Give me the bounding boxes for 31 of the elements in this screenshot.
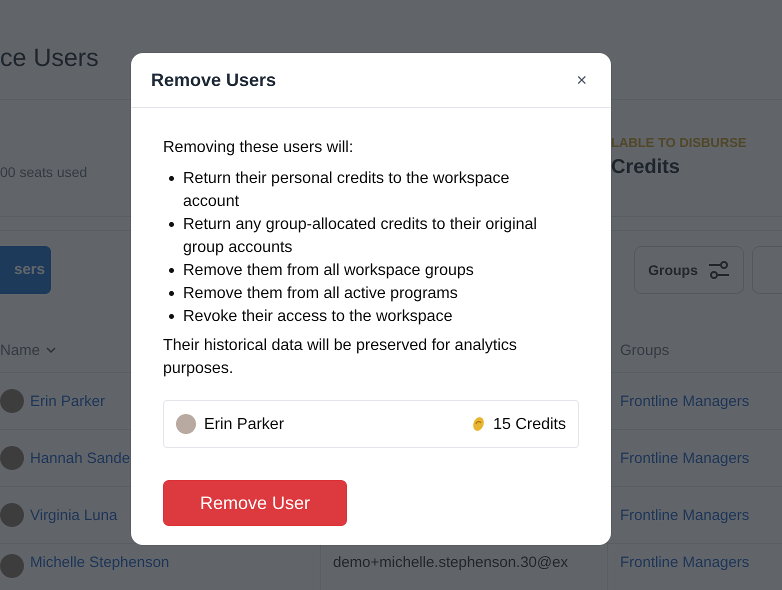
user-name: Erin Parker [204,414,284,434]
effect-item: Remove them from all workspace groups [183,261,474,281]
user-name-link[interactable]: Michelle Stephenson [30,554,170,571]
dialog-title: Remove Users [151,70,276,90]
credits-text: 15 Credits [493,414,566,434]
avatar [176,414,196,434]
effect-item: Return any group-allocated credits to their original group accounts [183,215,538,258]
effect-item: Remove them from all active programs [183,284,458,304]
user-name-link[interactable]: Hannah Sande [30,450,130,466]
page-title: ce Users [0,44,99,73]
available-value: Credits [611,156,681,179]
close-button[interactable]: × [572,70,591,90]
group-link[interactable]: Frontline Managers [620,392,750,410]
effect-item: Return their personal credits to the workspace account [183,169,510,212]
coin-icon [472,416,486,432]
bullet-icon [169,314,174,319]
intro-text: Removing these users will: [163,138,354,158]
email-text: demo+michelle.stephenson.30@ex [333,554,568,571]
user-name-link[interactable]: Erin Parker [30,392,106,410]
note-text: Their historical data will be preserved for analytics purposes. [163,336,518,379]
group-link[interactable]: Frontline Managers [620,450,750,466]
available-label: LABLE TO DISBURSE [611,135,748,150]
group-link[interactable]: Frontline Managers [620,554,750,571]
bullet-icon [169,291,174,296]
user-name-link[interactable]: Virginia Luna [30,506,118,524]
effect-item: Revoke their access to the workspace [183,307,452,327]
group-link[interactable]: Frontline Managers [620,506,750,524]
bullet-icon [169,176,174,181]
bullet-icon [169,222,174,227]
remove-user-button[interactable]: Remove User [163,480,347,526]
bullet-icon [169,268,174,273]
